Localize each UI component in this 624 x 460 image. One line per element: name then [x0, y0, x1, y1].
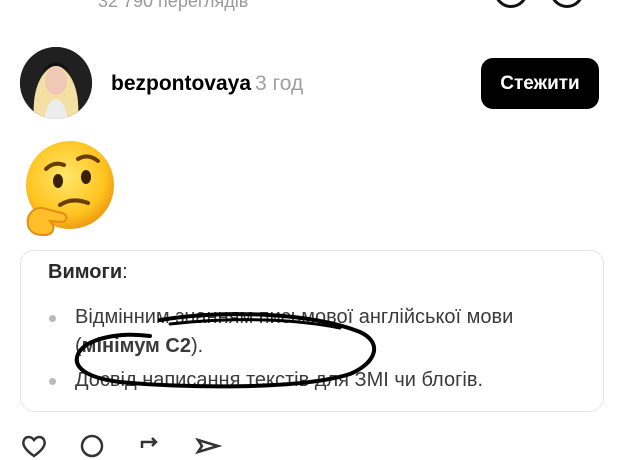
top-actions — [494, 0, 584, 8]
avatar[interactable] — [20, 47, 92, 119]
post-actions — [20, 432, 230, 460]
follow-button[interactable]: Стежити — [481, 58, 599, 109]
requirements-card: Вимоги: Відмінним знанням письмової англ… — [20, 250, 604, 412]
comment-button[interactable] — [78, 432, 114, 460]
top-action-icon[interactable] — [494, 0, 528, 8]
bullet-icon — [49, 378, 56, 385]
share-button[interactable] — [194, 432, 230, 460]
top-action-icon[interactable] — [550, 0, 584, 8]
post-time: 3 год — [255, 72, 304, 95]
username[interactable]: bezpontovaya — [111, 72, 251, 95]
thinking-face-icon — [26, 141, 114, 237]
bullet-icon — [49, 315, 56, 322]
like-button[interactable] — [20, 432, 56, 460]
card-heading: Вимоги: — [48, 261, 128, 283]
avatar-image — [20, 47, 92, 119]
requirements-list: Відмінним знанням письмової англійської … — [21, 303, 603, 395]
repost-icon — [140, 437, 158, 448]
heart-icon — [22, 435, 46, 458]
views-count: 32 790 переглядів — [98, 0, 249, 11]
send-icon — [195, 437, 222, 455]
list-item: Досвід написання текстів для ЗМІ чи блог… — [21, 366, 603, 395]
comment-icon — [80, 434, 104, 458]
repost-button[interactable] — [136, 432, 172, 460]
post-author[interactable]: bezpontovaya 3 год — [111, 72, 303, 96]
list-item: Відмінним знанням письмової англійської … — [21, 303, 603, 361]
